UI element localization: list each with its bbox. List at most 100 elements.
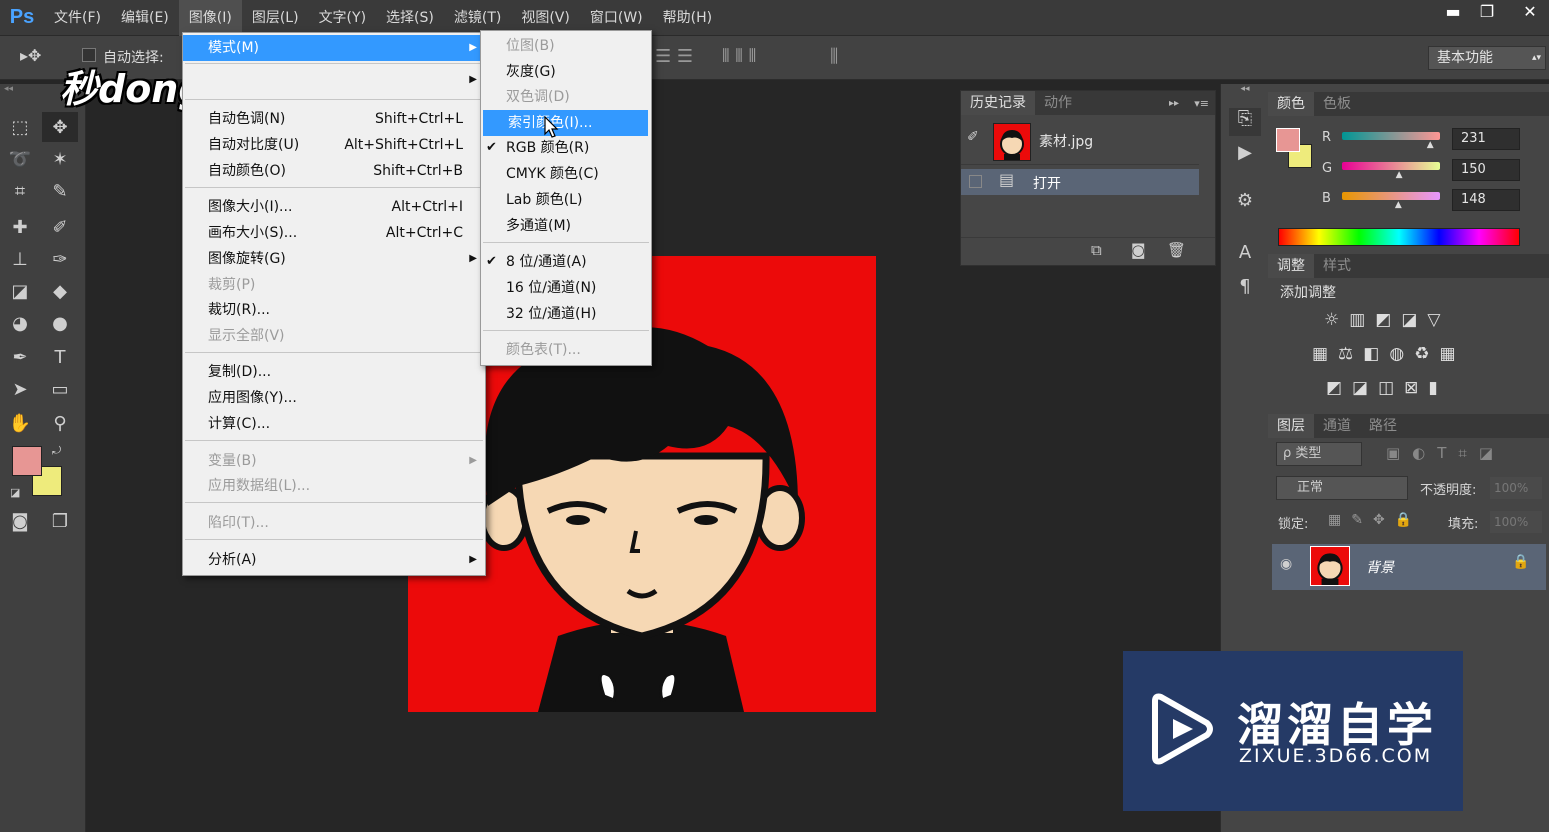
swap-colors-icon[interactable]: ⤾ xyxy=(52,444,61,458)
menu-file[interactable]: 文件(F) xyxy=(44,0,111,36)
b-slider[interactable] xyxy=(1342,192,1440,200)
tab-color[interactable]: 颜色 xyxy=(1268,92,1314,116)
menu-image[interactable]: 图像(I) xyxy=(178,0,242,36)
history-brush-icon[interactable]: ✑ xyxy=(42,244,78,274)
r-slider-thumb[interactable]: ▲ xyxy=(1427,140,1434,150)
restore-button[interactable]: ❐ xyxy=(1472,2,1502,22)
strip-collapse-icon[interactable]: ◂◂ xyxy=(1221,84,1269,96)
tab-swatches[interactable]: 色板 xyxy=(1314,92,1360,116)
quick-mask-icon[interactable]: ◙ xyxy=(2,506,38,536)
mode-lab-color[interactable]: Lab 颜色(L) xyxy=(481,187,651,213)
eraser-tool-icon[interactable]: ◪ xyxy=(2,276,38,306)
menu-item-canvas-size[interactable]: 画布大小(S)... Alt+Ctrl+C xyxy=(183,220,485,246)
menu-item-trim[interactable]: 裁切(R)... xyxy=(183,297,485,323)
panel-expand-icon[interactable]: ▸▸ xyxy=(1169,98,1179,109)
menu-item-mode[interactable]: 模式(M) ▶ xyxy=(183,35,485,61)
layer-filter-icons[interactable]: ▣◐T⌗◪ xyxy=(1386,444,1505,462)
b-slider-thumb[interactable]: ▲ xyxy=(1395,200,1402,210)
history-brush-source-icon[interactable]: ✐ xyxy=(967,129,979,145)
mode-grayscale[interactable]: 灰度(G) xyxy=(481,59,651,85)
tab-channels[interactable]: 通道 xyxy=(1314,414,1360,438)
history-snapshot[interactable]: ✐ 素材.jpg xyxy=(961,117,1199,165)
layer-row-background[interactable]: ◉ 背景 🔒 xyxy=(1272,544,1546,590)
move-tool-icon[interactable]: ✥ xyxy=(42,112,78,142)
menu-item-image-rotation[interactable]: 图像旋转(G) ▶ xyxy=(183,246,485,272)
mode-cmyk-color[interactable]: CMYK 颜色(C) xyxy=(481,161,651,187)
visibility-eye-icon[interactable]: ◉ xyxy=(1280,556,1292,572)
layer-name[interactable]: 背景 xyxy=(1366,557,1394,577)
character-panel-icon[interactable]: A xyxy=(1229,242,1261,270)
auto-align-icon[interactable]: ⫼ xyxy=(830,46,838,67)
lasso-tool-icon[interactable]: ➰ xyxy=(2,144,38,174)
menu-type[interactable]: 文字(Y) xyxy=(309,0,376,36)
color-spectrum-ramp[interactable] xyxy=(1278,228,1520,246)
paint-bucket-icon[interactable]: ◆ xyxy=(42,276,78,306)
stamp-tool-icon[interactable]: ⊥ xyxy=(2,244,38,274)
close-button[interactable]: ✕ xyxy=(1515,2,1545,22)
mode-8-bit[interactable]: ✔ 8 位/通道(A) xyxy=(481,249,651,275)
b-value-input[interactable]: 148 xyxy=(1452,189,1520,211)
menu-item-auto-color[interactable]: 自动颜色(O) Shift+Ctrl+B xyxy=(183,158,485,184)
screen-mode-icon[interactable]: ❐ xyxy=(42,506,78,536)
healing-brush-icon[interactable]: ✚ xyxy=(2,212,38,242)
path-selection-icon[interactable]: ➤ xyxy=(2,374,38,404)
properties-panel-icon[interactable]: ⚙ xyxy=(1229,190,1261,218)
crop-tool-icon[interactable]: ⌗ xyxy=(2,176,38,206)
new-document-from-state-icon[interactable]: ⧉ xyxy=(1091,241,1102,259)
menu-item-image-size[interactable]: 图像大小(I)... Alt+Ctrl+I xyxy=(183,194,485,220)
history-panel-icon[interactable]: ⎘ xyxy=(1229,108,1261,136)
history-state-checkbox[interactable] xyxy=(969,175,982,188)
distribute-icon[interactable]: ⫴ ⫴ ⫴ xyxy=(722,46,756,67)
tab-history[interactable]: 历史记录 xyxy=(961,91,1035,115)
marquee-tool-icon[interactable]: ⬚ xyxy=(2,112,38,142)
mode-rgb-color[interactable]: ✔ RGB 颜色(R) xyxy=(481,135,651,161)
menu-edit[interactable]: 编辑(E) xyxy=(111,0,179,36)
g-value-input[interactable]: 150 xyxy=(1452,159,1520,181)
magic-wand-tool-icon[interactable]: ✶ xyxy=(42,144,78,174)
r-value-input[interactable]: 231 xyxy=(1452,128,1520,150)
pen-tool-icon[interactable]: ✒ xyxy=(2,342,38,372)
fill-input[interactable]: 100% xyxy=(1490,511,1542,533)
paragraph-panel-icon[interactable]: ¶ xyxy=(1229,276,1261,304)
menu-item-calculations[interactable]: 计算(C)... xyxy=(183,411,485,437)
adjustment-icons-row-3[interactable]: ◩◪◫⊠▮ xyxy=(1326,378,1526,398)
tab-layers[interactable]: 图层 xyxy=(1268,414,1314,438)
dodge-tool-icon[interactable]: ● xyxy=(42,308,78,338)
g-slider[interactable] xyxy=(1342,162,1440,170)
rectangle-tool-icon[interactable]: ▭ xyxy=(42,374,78,404)
adjustment-icons-row-1[interactable]: ☼▥◩◪▽ xyxy=(1324,310,1524,330)
menu-item-apply-image[interactable]: 应用图像(Y)... xyxy=(183,385,485,411)
mode-multichannel[interactable]: 多通道(M) xyxy=(481,213,651,239)
tab-styles[interactable]: 样式 xyxy=(1314,254,1360,278)
actions-panel-icon[interactable]: ▶ xyxy=(1229,142,1261,170)
tab-actions[interactable]: 动作 xyxy=(1035,91,1081,115)
mode-16-bit[interactable]: 16 位/通道(N) xyxy=(481,275,651,301)
opacity-input[interactable]: 100% xyxy=(1490,477,1542,499)
hand-tool-icon[interactable]: ✋ xyxy=(2,408,38,438)
r-slider[interactable] xyxy=(1342,132,1440,140)
menu-item-auto-tone[interactable]: 自动色调(N) Shift+Ctrl+L xyxy=(183,106,485,132)
menu-item-adjustments[interactable]: ▶ xyxy=(183,67,485,93)
brush-tool-icon[interactable]: ✐ xyxy=(42,212,78,242)
workspace-select[interactable]: 基本功能 ▴▾ xyxy=(1428,46,1546,70)
panel-menu-icon[interactable]: ▾≡ xyxy=(1194,97,1209,110)
g-slider-thumb[interactable]: ▲ xyxy=(1396,170,1403,180)
layer-filter-select[interactable]: ρ 类型 xyxy=(1276,442,1362,466)
zoom-tool-icon[interactable]: ⚲ xyxy=(42,408,78,438)
mode-32-bit[interactable]: 32 位/通道(H) xyxy=(481,301,651,327)
trash-icon[interactable]: 🗑 xyxy=(1167,241,1186,259)
default-colors-icon[interactable]: ◪ xyxy=(10,486,20,499)
lock-icons[interactable]: ▦✎✥🔒 xyxy=(1328,512,1422,528)
menu-help[interactable]: 帮助(H) xyxy=(653,0,722,36)
menu-item-duplicate[interactable]: 复制(D)... xyxy=(183,359,485,385)
adjustment-icons-row-2[interactable]: ▦⚖◧◍♻▦ xyxy=(1312,344,1532,364)
tab-paths[interactable]: 路径 xyxy=(1360,414,1406,438)
color-panel-fg-swatch[interactable] xyxy=(1276,128,1300,152)
menu-select[interactable]: 选择(S) xyxy=(376,0,444,36)
mode-indexed-color[interactable]: 索引颜色(I)... xyxy=(483,110,648,136)
tab-adjustments[interactable]: 调整 xyxy=(1268,254,1314,278)
history-state-open[interactable]: ▤ 打开 xyxy=(961,169,1199,195)
type-tool-icon[interactable]: T xyxy=(42,342,78,372)
menu-layer[interactable]: 图层(L) xyxy=(242,0,309,36)
align-icon[interactable]: ☰ ☰ xyxy=(655,46,693,67)
